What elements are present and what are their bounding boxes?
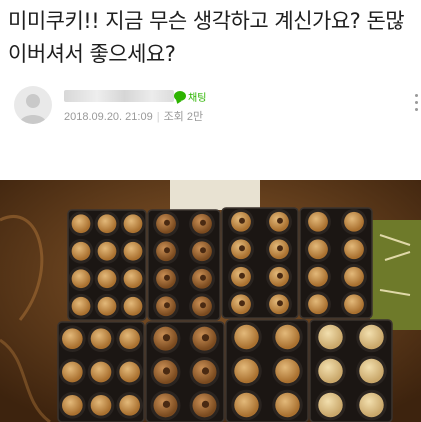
- more-vert-icon[interactable]: [411, 94, 421, 118]
- cookie-topping: [277, 217, 283, 224]
- cookie: [234, 358, 259, 384]
- cookie-topping: [239, 245, 245, 252]
- cookie-trays-image: [0, 180, 421, 422]
- cookie: [275, 392, 300, 418]
- cookie-topping: [239, 300, 245, 307]
- cookie-topping: [162, 367, 171, 375]
- cookie-topping: [277, 300, 283, 307]
- cookie: [318, 324, 343, 350]
- chat-label: 채팅: [188, 92, 207, 104]
- post-date: 2018.09.20. 21:09: [64, 111, 153, 123]
- avatar-icon[interactable]: [14, 86, 52, 124]
- cookie: [97, 269, 117, 289]
- cookie: [123, 296, 143, 316]
- post-meta: 2018.09.20. 21:09 | 조회 2만: [64, 108, 203, 124]
- cookie: [359, 392, 384, 418]
- cookie-topping: [277, 272, 283, 279]
- cookie-topping: [200, 302, 206, 309]
- cookie-topping: [200, 247, 206, 254]
- cookie: [90, 395, 112, 416]
- author-nickname-censored[interactable]: [64, 90, 174, 102]
- cookie-topping: [164, 247, 170, 254]
- cookie: [234, 392, 259, 418]
- cookie: [308, 294, 328, 315]
- cookie-topping: [200, 274, 206, 281]
- cookie: [359, 358, 384, 384]
- meta-divider: |: [156, 111, 160, 123]
- cookie-topping: [200, 219, 206, 226]
- cookie: [119, 395, 140, 416]
- cookie: [275, 324, 300, 350]
- cookie: [71, 269, 91, 289]
- cookie: [344, 211, 364, 232]
- cookie-topping: [162, 334, 171, 342]
- cookie: [71, 214, 91, 234]
- cookie: [123, 214, 143, 234]
- cookie: [318, 392, 343, 418]
- cookie-topping: [164, 274, 170, 281]
- cookie-topping: [239, 217, 245, 224]
- post-title: 미미쿠키!! 지금 무슨 생각하고 계신가요? 돈많이버셔서 좋으세요?: [8, 9, 405, 66]
- cookie: [90, 361, 112, 383]
- cookie-topping: [201, 334, 210, 342]
- cookie: [344, 266, 364, 287]
- cookie: [308, 239, 328, 260]
- cookie: [90, 328, 112, 349]
- cookie: [71, 296, 91, 316]
- cookie-topping: [201, 367, 210, 375]
- cookie: [318, 358, 343, 384]
- post-photo-cookies: [0, 180, 421, 422]
- cookie: [344, 294, 364, 315]
- cookie: [275, 358, 300, 384]
- cookie: [119, 361, 140, 383]
- cookie: [62, 328, 83, 349]
- author-row: 채팅 2018.09.20. 21:09 | 조회 2만: [14, 86, 418, 126]
- cookie: [123, 269, 143, 289]
- chat-button[interactable]: 채팅: [174, 89, 207, 104]
- cookie: [71, 241, 91, 261]
- cookie: [344, 239, 364, 260]
- cookie: [97, 296, 117, 316]
- post-views: 조회 2만: [163, 111, 204, 123]
- cookie: [308, 211, 328, 232]
- cookie: [62, 361, 83, 383]
- cookie: [97, 214, 117, 234]
- cookie-topping: [201, 400, 210, 408]
- cookie: [308, 266, 328, 287]
- cookie-topping: [164, 302, 170, 309]
- cookie: [234, 324, 259, 350]
- cookie-topping: [239, 272, 245, 279]
- chat-bubble-icon: [174, 91, 186, 101]
- cookie: [123, 241, 143, 261]
- cookie: [359, 324, 384, 350]
- cookie-topping: [162, 400, 171, 408]
- cookie-topping: [164, 219, 170, 226]
- cookie: [97, 241, 117, 261]
- cookie: [119, 328, 140, 349]
- cookie: [62, 395, 83, 416]
- cookie-topping: [277, 245, 283, 252]
